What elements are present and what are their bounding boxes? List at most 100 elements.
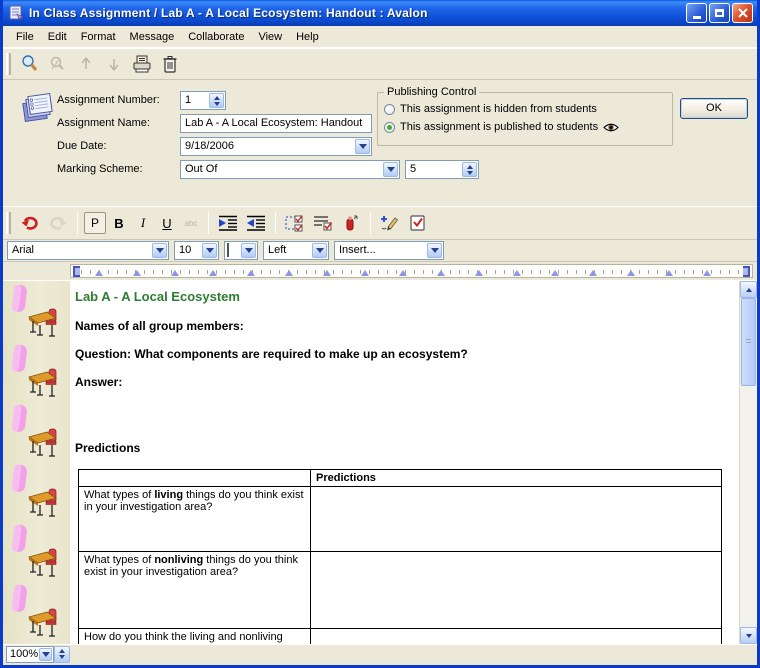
answer-cell[interactable]: [311, 629, 722, 645]
checklist-icon: [312, 214, 334, 232]
hidden-option-row[interactable]: This assignment is hidden from students: [384, 100, 666, 118]
assignment-name-value: Lab A - A Local Ecosystem: Handout: [185, 117, 362, 129]
italic-button[interactable]: I: [132, 215, 154, 231]
due-date-dropdown-button[interactable]: [355, 139, 370, 154]
editor-toolbar-grip[interactable]: [6, 212, 11, 234]
outdent-button[interactable]: [243, 210, 269, 236]
vertical-scrollbar[interactable]: [739, 281, 757, 644]
scroll-down-button[interactable]: [740, 627, 757, 644]
left-indent-marker[interactable]: [73, 266, 80, 277]
menu-bar: FileEditFormatMessageCollaborateViewHelp: [3, 26, 757, 48]
chevron-down-icon: [359, 144, 367, 149]
hidden-option-label: This assignment is hidden from students: [400, 103, 597, 115]
search-tools-icon: [48, 54, 68, 74]
marking-out-of-stepper[interactable]: 5: [405, 160, 479, 179]
toolbar-grip[interactable]: [6, 53, 11, 75]
print-button[interactable]: [129, 51, 155, 77]
font-color-combo[interactable]: [224, 241, 258, 260]
document-paragraph: Question: What components are required t…: [75, 347, 729, 361]
radio-published[interactable]: [384, 122, 395, 133]
assignment-number-spin-buttons[interactable]: [209, 93, 224, 108]
marking-out-of-value: 5: [410, 163, 416, 175]
menu-collaborate[interactable]: Collaborate: [181, 28, 251, 46]
search-tools-button: [45, 51, 71, 77]
alignment-combo[interactable]: Left: [263, 241, 329, 260]
marking-scheme-value: Out Of: [185, 163, 217, 175]
table-row: What types of living things do you think…: [79, 487, 722, 552]
insert-checkbox-button[interactable]: [282, 210, 308, 236]
due-date-combo[interactable]: 9/18/2006: [180, 137, 372, 156]
scroll-up-button[interactable]: [740, 281, 757, 298]
document-page[interactable]: Lab A - A Local Ecosystem Names of all g…: [70, 281, 739, 644]
spin-down-icon: [214, 102, 220, 106]
alignment-dropdown-button[interactable]: [312, 243, 327, 258]
close-button[interactable]: [732, 3, 753, 23]
document-paragraphs: Names of all group members:Question: Wha…: [75, 319, 729, 389]
alignment-value: Left: [268, 244, 286, 256]
arrow-up-icon: [78, 55, 94, 73]
assignment-name-label: Assignment Name:: [57, 117, 150, 129]
ruler-tab-marker: [171, 270, 179, 276]
answer-cell[interactable]: [311, 487, 722, 552]
scrollbar-track[interactable]: [740, 386, 757, 627]
answer-cell[interactable]: [311, 552, 722, 629]
publishing-control-group: Publishing Control This assignment is hi…: [377, 86, 673, 146]
ruler-tab-marker: [323, 270, 331, 276]
undo-button[interactable]: [17, 210, 43, 236]
zoom-combo[interactable]: 100%: [6, 646, 54, 663]
table-header-row: Predictions: [79, 470, 722, 487]
question-cell[interactable]: What types of living things do you think…: [79, 487, 311, 552]
marking-out-of-spin-buttons[interactable]: [462, 162, 477, 177]
add-note-button[interactable]: [377, 210, 403, 236]
zoom-stepper[interactable]: [54, 646, 70, 663]
insert-dropdown-button[interactable]: [427, 243, 442, 258]
bold-button[interactable]: B: [108, 216, 130, 231]
font-size-combo[interactable]: 10: [174, 241, 219, 260]
font-family-dropdown-button[interactable]: [152, 243, 167, 258]
checklist-button[interactable]: [310, 210, 336, 236]
minimize-button[interactable]: [686, 3, 707, 23]
ok-button[interactable]: OK: [680, 98, 748, 119]
assignment-number-stepper[interactable]: 1: [180, 91, 226, 110]
scrollbar-thumb[interactable]: [741, 298, 756, 386]
underline-button[interactable]: U: [156, 216, 178, 231]
font-color-dropdown-button[interactable]: [241, 243, 256, 258]
spellcheck-button[interactable]: [405, 210, 431, 236]
menu-edit[interactable]: Edit: [41, 28, 74, 46]
due-date-label: Due Date:: [57, 140, 107, 152]
marking-scheme-combo[interactable]: Out Of: [180, 160, 400, 179]
paragraph-style-button[interactable]: P: [84, 212, 106, 234]
menu-view[interactable]: View: [251, 28, 289, 46]
font-family-combo[interactable]: Arial: [7, 241, 169, 260]
ruler-tab-marker: [475, 270, 483, 276]
spin-up-icon: [467, 165, 473, 169]
preview-button[interactable]: [17, 51, 43, 77]
magnifier-icon: [20, 54, 40, 74]
eraser-icon: [10, 643, 30, 644]
outdent-icon: [245, 215, 267, 231]
insert-combo[interactable]: Insert...: [334, 241, 444, 260]
menu-help[interactable]: Help: [289, 28, 326, 46]
zoom-dropdown-button[interactable]: [39, 648, 52, 661]
assignment-name-input[interactable]: Lab A - A Local Ecosystem: Handout: [180, 114, 372, 133]
app-window: In Class Assignment / Lab A - A Local Ec…: [0, 0, 760, 668]
question-cell[interactable]: What types of nonliving things do you th…: [79, 552, 311, 629]
menu-message[interactable]: Message: [123, 28, 182, 46]
right-indent-marker[interactable]: [743, 266, 750, 277]
content-area: Lab A - A Local Ecosystem Names of all g…: [3, 280, 757, 644]
delete-button[interactable]: [157, 51, 183, 77]
highlighter-button[interactable]: [338, 210, 364, 236]
radio-hidden[interactable]: [384, 104, 395, 115]
font-size-dropdown-button[interactable]: [202, 243, 217, 258]
paragraph-icon: P: [91, 216, 99, 230]
maximize-button[interactable]: [709, 3, 730, 23]
menu-file[interactable]: File: [9, 28, 41, 46]
question-cell[interactable]: How do you think the living and nonlivin…: [79, 629, 311, 645]
menu-format[interactable]: Format: [74, 28, 123, 46]
indent-button[interactable]: [215, 210, 241, 236]
published-option-row[interactable]: This assignment is published to students: [384, 118, 666, 136]
desk-icon: [27, 367, 61, 399]
marking-scheme-dropdown-button[interactable]: [383, 162, 398, 177]
desk-icon: [27, 487, 61, 519]
chevron-down-icon: [42, 652, 50, 657]
